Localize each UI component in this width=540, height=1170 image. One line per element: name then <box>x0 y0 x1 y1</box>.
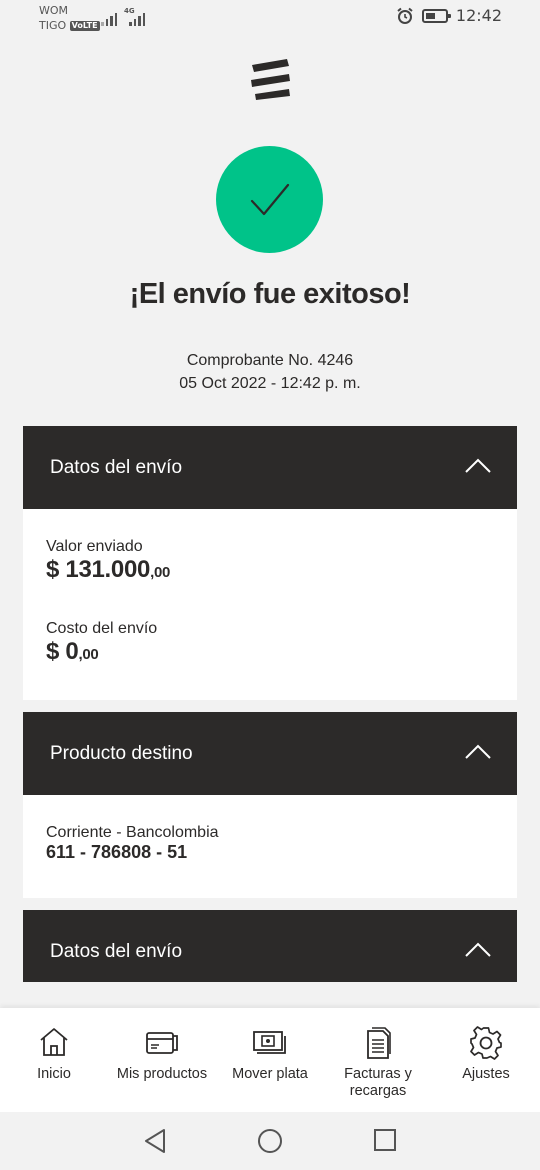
network-type: 4G <box>124 7 135 15</box>
chevron-up-icon[interactable] <box>465 458 491 474</box>
nav-label: Inicio <box>37 1066 71 1082</box>
shipment-data-header[interactable]: Datos del envío <box>23 426 517 509</box>
nav-item-mover-plata[interactable]: Mover plata <box>216 1008 324 1112</box>
nav-label: Mover plata <box>232 1066 308 1082</box>
receipt-datetime: 05 Oct 2022 - 12:42 p. m. <box>179 375 361 392</box>
nav-item-mis-productos[interactable]: Mis productos <box>108 1008 216 1112</box>
receipt-icon <box>367 1027 391 1059</box>
amount-sent-label: Valor enviado <box>46 538 143 555</box>
nav-label: Ajustes <box>462 1066 510 1082</box>
shipment-cost-value: $ 0,00 <box>46 638 99 665</box>
chevron-up-icon[interactable] <box>465 942 491 958</box>
destination-product-header[interactable]: Producto destino <box>23 712 517 795</box>
chevron-up-icon[interactable] <box>465 744 491 760</box>
destination-account-field: Corriente - Bancolombia 611 - 786808 - 5… <box>46 824 219 863</box>
nav-item-ajustes[interactable]: Ajustes <box>432 1008 540 1112</box>
account-type: Corriente - Bancolombia <box>46 824 219 841</box>
amount-sent-field: Valor enviado $ 131.000,00 <box>46 538 170 584</box>
shipment-cost-field: Costo del envío $ 0,00 <box>46 620 157 666</box>
alarm-icon <box>397 7 413 24</box>
nav-label: Mis productos <box>116 1066 208 1082</box>
section-header-label: Datos del envío <box>50 457 183 478</box>
money-icon <box>253 1031 286 1054</box>
bottom-nav: Inicio Mis productos Mover plata Factura… <box>0 1008 540 1112</box>
shipment-cost-label: Costo del envío <box>46 620 158 637</box>
carrier-1: WOM <box>39 4 69 17</box>
home-circle-icon[interactable] <box>257 1128 283 1154</box>
success-check-icon <box>216 146 323 253</box>
nav-item-facturas[interactable]: Facturas y recargas <box>324 1008 432 1112</box>
shipment-data-card-2: Datos del envío <box>23 910 517 982</box>
home-icon <box>40 1028 68 1056</box>
destination-product-card: Producto destino Corriente - Bancolombia… <box>23 712 517 898</box>
bancolombia-logo-icon <box>251 59 290 100</box>
volte-badge: VoLTE <box>69 21 100 31</box>
nav-label: Facturas y recargas <box>344 1066 412 1099</box>
carrier-2: TIGO <box>39 19 67 32</box>
wallet-icon <box>146 1032 178 1054</box>
receipt-info: Comprobante No. 4246 05 Oct 2022 - 12:42… <box>0 349 540 395</box>
clock: 12:42 <box>455 6 502 25</box>
amount-sent-value: $ 131.000,00 <box>46 556 171 583</box>
carrier-info: WOM TIGO VoLTE <box>39 3 100 33</box>
status-bar: WOM TIGO VoLTE 4G 12:42 <box>0 0 540 36</box>
section-header-label: Datos del envío <box>50 941 183 962</box>
nav-item-inicio[interactable]: Inicio <box>0 1008 108 1112</box>
page-title: ¡El envío fue exitoso! <box>129 278 411 310</box>
account-number: 611 - 786808 - 51 <box>46 842 188 862</box>
receipt-number: Comprobante No. 4246 <box>186 352 354 369</box>
back-icon[interactable] <box>143 1128 167 1154</box>
shipment-data-header-2[interactable]: Datos del envío <box>23 910 517 982</box>
battery-icon <box>421 8 451 23</box>
system-nav-bar <box>0 1112 540 1170</box>
section-header-label: Producto destino <box>50 743 193 764</box>
recents-icon[interactable] <box>373 1128 397 1152</box>
signal-icon <box>101 10 145 26</box>
gear-icon <box>470 1026 502 1060</box>
shipment-data-card: Datos del envío Valor enviado $ 131.000,… <box>23 426 517 700</box>
